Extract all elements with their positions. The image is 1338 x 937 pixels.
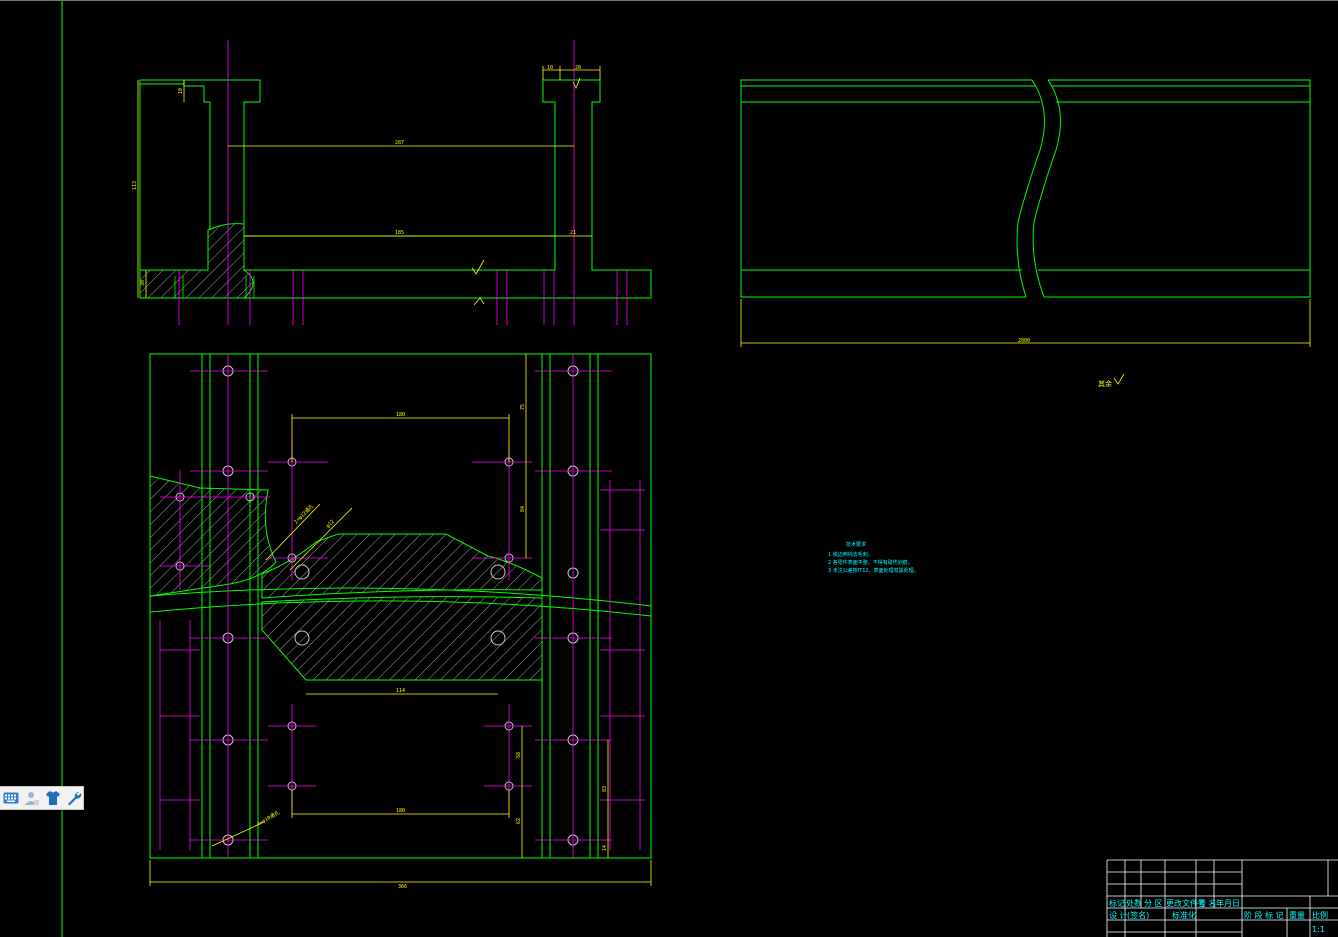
plan-left-hatch xyxy=(149,475,277,597)
break-line-left xyxy=(1016,79,1045,298)
user-icon[interactable] xyxy=(23,789,40,807)
dim-top-hole-span: 180 xyxy=(396,412,405,418)
tb-header: 分 区 xyxy=(1144,899,1163,908)
roughness-symbol xyxy=(1113,373,1125,385)
front-view: 287 185 21 113 30 10 10 20 xyxy=(132,40,652,325)
dim-top-right-a: 10 xyxy=(547,65,553,71)
note-holes-b: φ12 xyxy=(325,519,336,530)
surface-note: 其余 xyxy=(1098,379,1112,388)
dim-right-v6: 14 xyxy=(602,845,608,851)
tech-item: 2 各零件表面平整，不得有碰伤划痕。 xyxy=(828,559,913,566)
dim-plan-width: 366 xyxy=(398,884,407,890)
side-view: 2000 其余 xyxy=(740,79,1311,388)
front-dimensions xyxy=(137,66,601,298)
dim-right-v2: 84 xyxy=(520,506,526,512)
dim-overall-height: 113 xyxy=(132,181,138,190)
roughness-symbol xyxy=(471,77,581,306)
plan-view: 366 180 114 180 75 84 58 62 83 14 2×φ12通… xyxy=(149,353,652,890)
dim-side-length: 2000 xyxy=(1018,338,1030,344)
dim-right-v4: 62 xyxy=(516,818,522,824)
dim-right-web: 21 xyxy=(570,230,576,236)
tb-scale-label: 比例 xyxy=(1312,910,1328,920)
dim-right-v5: 83 xyxy=(602,786,608,792)
tech-requirements: 技术要求 1 锐边倒钝去毛刺。 2 各零件表面平整，不得有碰伤划痕。 3 未注公… xyxy=(828,541,919,574)
tb-scale-value: 1:1 xyxy=(1312,925,1325,934)
floating-toolbar xyxy=(0,786,84,810)
tb-header: 年月日 xyxy=(1216,898,1240,908)
tb-designer-label: 设 计 xyxy=(1109,910,1128,920)
tb-standardization: 标准化 xyxy=(1172,910,1196,920)
tb-header: 处数 xyxy=(1126,898,1142,908)
tb-header: 标记 xyxy=(1109,898,1125,908)
dim-bottom-span: 185 xyxy=(395,230,404,236)
tb-stage-mark: 阶 段 标 记 xyxy=(1244,910,1284,920)
plan-mid-hatch-lower xyxy=(261,596,543,681)
dim-top-left: 10 xyxy=(178,88,184,94)
dim-right-v3: 58 xyxy=(516,752,522,758)
cad-drawing: 287 185 21 113 30 10 10 20 366 180 114 1… xyxy=(0,0,1338,937)
keyboard-icon[interactable] xyxy=(2,789,19,807)
dim-right-v1: 75 xyxy=(520,404,526,410)
tb-signature: (签名) xyxy=(1127,910,1149,920)
title-block: 标记 处数 分 区 更改文件号 签 名 年月日 设 计 (签名) 标准化 阶 段… xyxy=(1106,859,1338,937)
drawing-frame xyxy=(0,0,1338,937)
dim-mid-span: 114 xyxy=(396,688,405,694)
tech-item: 1 锐边倒钝去毛刺。 xyxy=(828,551,873,558)
break-line-right xyxy=(1032,79,1061,298)
wrench-icon[interactable] xyxy=(66,789,83,807)
shirt-icon[interactable] xyxy=(45,789,62,807)
note-holes-a: 2×φ12通孔 xyxy=(292,503,315,526)
dim-inner-span: 287 xyxy=(395,140,404,146)
front-left-hatch xyxy=(139,223,254,299)
dim-base-height: 30 xyxy=(140,280,146,286)
tech-title: 技术要求 xyxy=(846,541,866,548)
dim-bottom-hole-span: 180 xyxy=(396,808,405,814)
tech-item: 3 未注公差按IT12，表面处理发黑处理。 xyxy=(828,567,919,574)
tb-weight: 重量 xyxy=(1289,910,1305,920)
note-hole-c: 4×φ10通孔 xyxy=(256,809,281,828)
side-outline-right xyxy=(1044,79,1311,298)
dim-top-right-b: 20 xyxy=(575,65,581,71)
tb-header: 签 名 xyxy=(1198,898,1217,908)
side-outline-left xyxy=(740,79,1032,298)
